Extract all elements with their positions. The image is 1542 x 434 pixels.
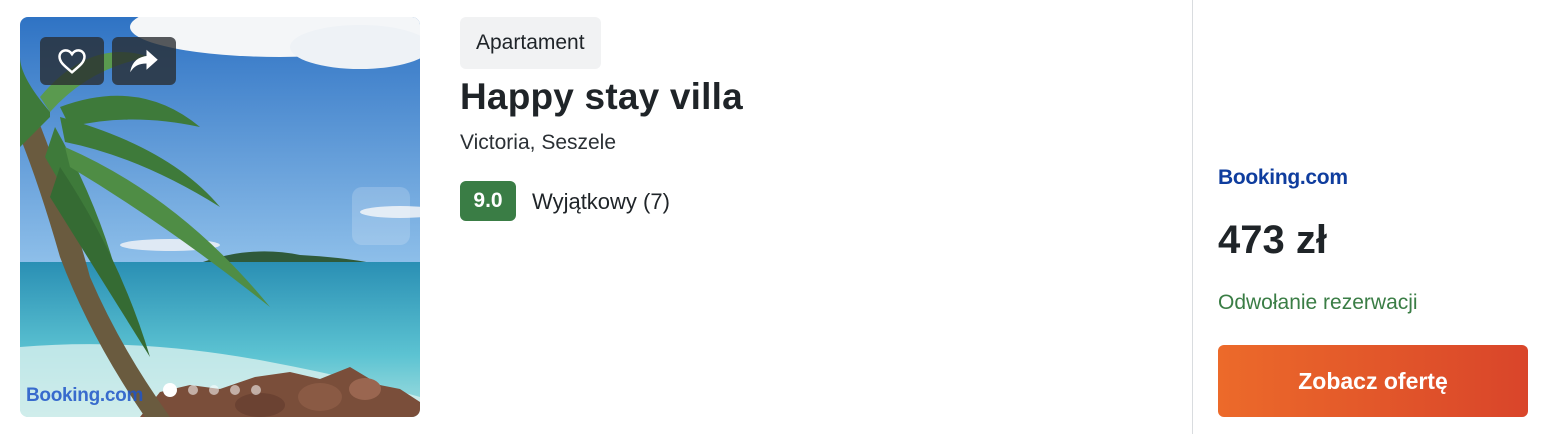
property-type-badge: Apartament <box>460 17 601 69</box>
favorite-button[interactable] <box>40 37 104 85</box>
hotel-name[interactable]: Happy stay villa <box>460 76 743 118</box>
provider-logo: Booking.com <box>1218 166 1348 189</box>
next-photo-button[interactable] <box>352 187 410 245</box>
rating-label: Wyjątkowy (7) <box>532 189 670 214</box>
share-button[interactable] <box>112 37 176 85</box>
carousel-dot[interactable] <box>230 385 240 395</box>
heart-icon <box>58 49 86 74</box>
carousel-dot[interactable] <box>188 385 198 395</box>
photo-watermark: Booking.com <box>26 385 144 406</box>
carousel-dot[interactable] <box>163 383 177 397</box>
view-deal-button[interactable]: Zobacz ofertę <box>1218 345 1528 417</box>
free-cancellation-label: Odwołanie rezerwacji <box>1218 291 1418 314</box>
photo-carousel-dots <box>163 383 261 397</box>
hotel-photo[interactable]: Booking.com <box>20 17 420 417</box>
hotel-location: Victoria, Seszele <box>460 131 617 154</box>
carousel-dot[interactable] <box>251 385 261 395</box>
share-arrow-icon <box>130 49 158 73</box>
price: 473 zł <box>1218 218 1327 262</box>
carousel-dot[interactable] <box>209 385 219 395</box>
rating-score-badge: 9.0 <box>460 181 516 221</box>
column-divider <box>1192 0 1193 434</box>
hotel-result-card[interactable]: Booking.com Apartament Happy stay villa … <box>0 0 1542 434</box>
